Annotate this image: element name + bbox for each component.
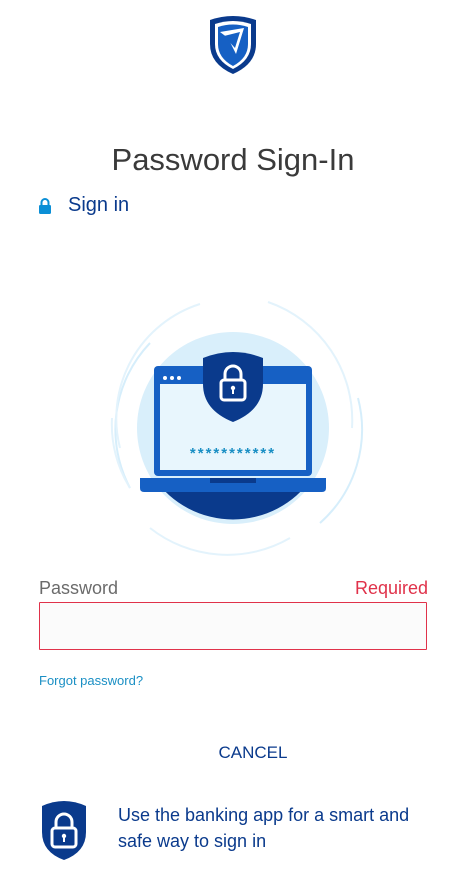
lock-icon	[39, 197, 51, 214]
cancel-button[interactable]: CANCEL	[183, 738, 323, 768]
password-label: Password	[39, 578, 119, 598]
laptop-security-illustration: ***********	[110, 301, 363, 556]
forgot-password-link[interactable]: Forgot password?	[39, 673, 143, 688]
shield-lock-icon	[42, 801, 86, 860]
password-input[interactable]	[39, 602, 427, 650]
signin-label: Sign in	[68, 194, 130, 216]
required-indicator: Required	[354, 578, 428, 598]
signin-heading: Sign in	[38, 194, 129, 217]
banking-app-promo: Use the banking app for a smart and safe…	[38, 798, 438, 860]
password-sign-in-page: Password Sign-In Sign in *********** Pas…	[0, 0, 466, 892]
promo-text: Use the banking app for a smart and safe…	[118, 805, 410, 851]
bank-logo-icon	[210, 16, 256, 74]
masked-password-text: ***********	[190, 445, 276, 462]
page-title: Password Sign-In	[111, 142, 355, 177]
